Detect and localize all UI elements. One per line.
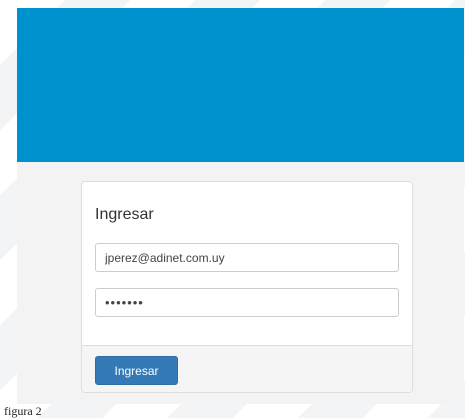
login-button[interactable]: Ingresar bbox=[95, 356, 178, 385]
email-field[interactable] bbox=[95, 243, 399, 272]
header-bar bbox=[17, 8, 464, 162]
login-title: Ingresar bbox=[95, 206, 154, 223]
login-panel: Ingresar Ingresar bbox=[81, 181, 413, 393]
panel-footer: Ingresar bbox=[82, 345, 412, 392]
app-screenshot: Ingresar Ingresar bbox=[17, 8, 464, 404]
password-field[interactable] bbox=[95, 288, 399, 317]
figure-caption: figura 2 bbox=[4, 404, 42, 418]
